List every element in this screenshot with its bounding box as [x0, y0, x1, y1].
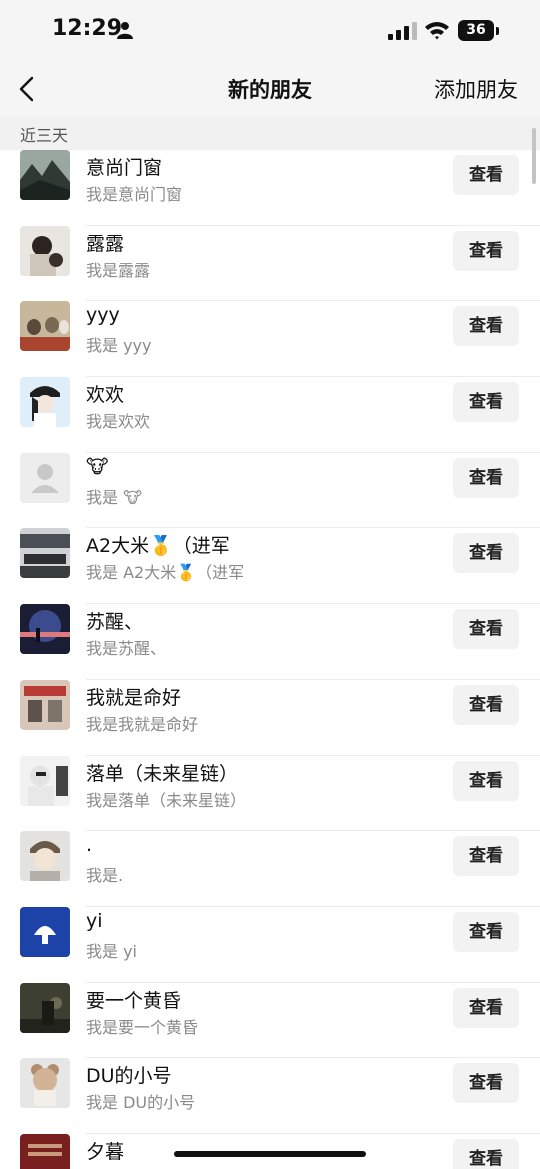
request-message: 我是 yi [86, 941, 138, 961]
avatar[interactable] [20, 150, 70, 200]
friend-name: . [86, 834, 93, 857]
list-item[interactable]: DU的小号我是 DU的小号 查看 [0, 1058, 540, 1134]
list-item[interactable]: . 我是. 查看 [0, 831, 540, 907]
request-message: 我是我就是命好 [86, 714, 199, 734]
status-bar: 12:29 36 [0, 0, 540, 64]
friend-name: 夕暮 [86, 1140, 125, 1163]
section-label: 近三天 [20, 126, 69, 145]
list-item[interactable]: A2大米🥇（进军 我是 A2大米🥇（进军 查看 [0, 528, 540, 605]
friend-name: 要一个黄昏 [86, 989, 182, 1012]
list-item[interactable]: 🐮 我是 🐮 查看 [0, 452, 540, 529]
view-button[interactable]: 查看 [453, 457, 519, 498]
view-button[interactable]: 查看 [453, 1138, 519, 1169]
signal-icon [388, 22, 417, 40]
view-button[interactable]: 查看 [453, 684, 519, 725]
request-message: 我是 A2大米🥇（进军 [86, 563, 245, 583]
scrollbar[interactable] [532, 128, 536, 184]
list-item[interactable]: 落单（未来星链） 我是落单（未来星链） 查看 [0, 755, 540, 832]
friend-name: DU的小号 [86, 1065, 172, 1088]
request-message: 我是 🐮 [86, 487, 143, 507]
avatar[interactable] [20, 301, 70, 352]
list-item[interactable]: 苏醒、我是苏醒、 查看 [0, 604, 540, 680]
view-button[interactable]: 查看 [453, 155, 519, 195]
friend-name: 露露 [86, 232, 125, 255]
list-item[interactable]: 露露我是露露 查看 [0, 225, 540, 302]
request-message: 我是 DU的小号 [86, 1093, 196, 1113]
request-message: 我是欢欢 [86, 412, 151, 432]
home-indicator[interactable] [174, 1151, 366, 1157]
friend-name: 落单（未来星链） [86, 762, 239, 785]
avatar[interactable] [20, 528, 70, 579]
avatar[interactable] [20, 679, 70, 730]
avatar[interactable] [20, 1058, 70, 1109]
battery-tip [496, 27, 499, 35]
view-button[interactable]: 查看 [453, 911, 519, 952]
avatar[interactable] [20, 452, 70, 503]
person-icon [117, 22, 133, 39]
avatar[interactable] [20, 1133, 70, 1169]
request-message: 我是意尚门窗 [86, 185, 183, 204]
view-button[interactable]: 查看 [453, 382, 519, 423]
friend-request-list: 意尚门窗 我是意尚门窗 查看 露露 我是露露 查看 yyy 我是 yyy 查看 欢欢 我是欢欢 查看 🐮… [0, 150, 540, 1169]
friend-name: A2大米🥇（进军 [86, 535, 230, 558]
request-message: 我是要一个黄昏 [86, 1017, 199, 1037]
avatar[interactable] [20, 982, 70, 1033]
view-button[interactable]: 查看 [453, 609, 519, 650]
list-item[interactable]: yi 我是 yi 查看 [0, 906, 540, 983]
friend-name: 意尚门窗 [86, 157, 163, 179]
add-friend-button[interactable]: 添加朋友 [434, 74, 518, 104]
friend-name: yi [86, 909, 103, 932]
avatar[interactable] [20, 377, 70, 428]
view-button[interactable]: 查看 [453, 1063, 519, 1104]
status-time: 12:29 [52, 16, 123, 41]
request-message: 我是. [86, 866, 124, 886]
avatar[interactable] [20, 225, 70, 276]
request-message: 我是苏醒、 [86, 639, 167, 659]
list-item[interactable]: 意尚门窗我是意尚门窗 查看 [0, 150, 540, 226]
avatar[interactable] [20, 831, 70, 882]
view-button[interactable]: 查看 [453, 306, 519, 347]
avatar[interactable] [20, 604, 70, 655]
request-message: 我是夕暮 [86, 1165, 150, 1169]
view-button[interactable]: 查看 [453, 230, 519, 271]
avatar[interactable] [20, 906, 70, 957]
friend-name: 🐮 [86, 455, 109, 478]
view-button[interactable]: 查看 [453, 533, 519, 574]
friend-name: yyy [86, 304, 120, 327]
list-item[interactable]: 我就是命好我是我就是命好 查看 [0, 679, 540, 756]
section-header: 近三天 [0, 116, 540, 150]
list-item[interactable]: 欢欢我是欢欢 查看 [0, 377, 540, 453]
request-message: 我是落单（未来星链） [86, 790, 247, 810]
request-message: 我是 yyy [86, 336, 152, 356]
avatar[interactable] [20, 755, 70, 806]
wifi-icon [425, 22, 449, 40]
nav-bar: 新的朋友 添加朋友 [0, 64, 540, 116]
request-message: 我是露露 [86, 260, 151, 280]
view-button[interactable]: 查看 [453, 987, 519, 1028]
list-item[interactable]: yyy 我是 yyy 查看 [0, 301, 540, 378]
list-item[interactable]: 要一个黄昏我是要一个黄昏 查看 [0, 982, 540, 1059]
friend-name: 我就是命好 [86, 686, 182, 709]
battery-indicator: 36 [458, 20, 494, 41]
view-button[interactable]: 查看 [453, 760, 519, 801]
view-button[interactable]: 查看 [453, 836, 519, 877]
friend-name: 欢欢 [86, 384, 125, 407]
friend-name: 苏醒、 [86, 611, 144, 634]
